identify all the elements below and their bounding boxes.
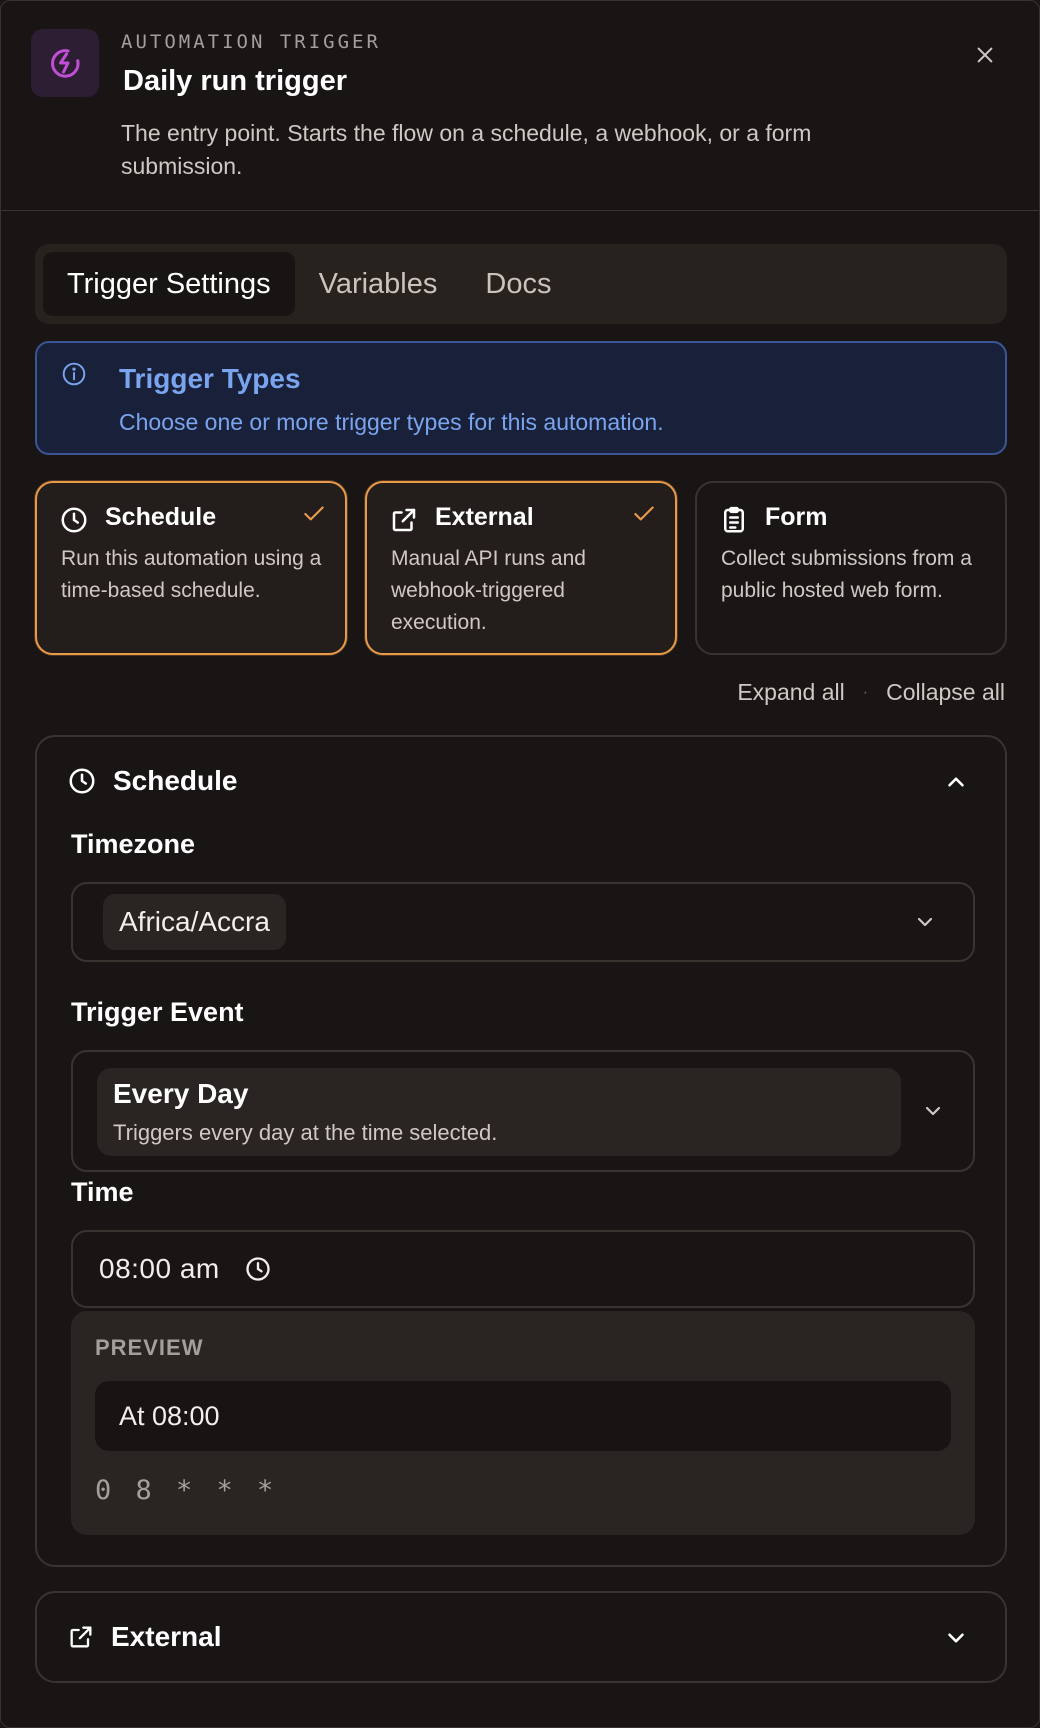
schedule-section: Schedule Timezone Africa/Accra Trigger E… (35, 735, 1007, 1567)
info-text: Choose one or more trigger types for thi… (119, 409, 664, 435)
schedule-section-header[interactable]: Schedule (67, 765, 237, 797)
preview-text: At 08:00 (95, 1381, 951, 1451)
clock-icon[interactable] (244, 1255, 272, 1283)
timezone-chip: Africa/Accra (103, 894, 286, 950)
clock-icon (69, 768, 95, 794)
tab-trigger-settings[interactable]: Trigger Settings (43, 252, 295, 316)
clock-icon (61, 507, 87, 533)
trigger-event-select[interactable]: Every Day Triggers every day at the time… (71, 1050, 975, 1172)
timezone-label: Timezone (71, 829, 196, 859)
panel-header: AUTOMATION TRIGGER Daily run trigger The… (1, 1, 1039, 211)
trigger-panel: AUTOMATION TRIGGER Daily run trigger The… (0, 0, 1040, 1728)
time-label: Time (71, 1177, 134, 1207)
panel-eyebrow: AUTOMATION TRIGGER (121, 31, 381, 53)
external-section[interactable]: External (35, 1591, 1007, 1683)
external-section-header[interactable]: External (67, 1621, 222, 1653)
trigger-type-description: Collect submissions from a public hosted… (721, 547, 972, 602)
tab-docs[interactable]: Docs (461, 252, 575, 316)
section-title: External (111, 1621, 222, 1652)
trigger-type-name: Schedule (105, 503, 217, 531)
clipboard-icon (724, 506, 744, 533)
schedule-preview: PREVIEW At 08:00 0 8 * * * (71, 1311, 975, 1535)
expand-collapse-controls: Expand all · Collapse all (737, 679, 1005, 706)
close-icon (977, 47, 993, 63)
preview-label: PREVIEW (95, 1335, 204, 1360)
chevron-down-icon (925, 1106, 941, 1116)
trigger-type-card-schedule[interactable]: Schedule Run this automation using a tim… (35, 481, 347, 655)
time-value: 08:00 am (99, 1253, 220, 1284)
time-input[interactable]: 08:00 am (71, 1230, 975, 1308)
chevron-up-icon[interactable] (943, 769, 969, 795)
tab-variables[interactable]: Variables (295, 252, 462, 316)
lightning-circle-icon (31, 29, 99, 97)
external-link-icon (70, 1626, 92, 1648)
info-title: Trigger Types (119, 363, 301, 394)
trigger-event-option: Every Day Triggers every day at the time… (97, 1068, 901, 1156)
checkmark-icon (304, 506, 324, 521)
external-link-icon (392, 508, 416, 532)
trigger-type-card-form[interactable]: Form Collect submissions from a public h… (695, 481, 1007, 655)
expand-all-button[interactable]: Expand all (737, 679, 844, 706)
cron-expression: 0 8 * * * (95, 1475, 278, 1506)
tab-bar: Trigger Settings Variables Docs (35, 244, 1007, 324)
trigger-type-name: External (435, 503, 534, 531)
trigger-types-info-banner: Trigger Types Choose one or more trigger… (35, 341, 1007, 455)
trigger-type-description: Manual API runs and webhook-triggered ex… (391, 547, 586, 634)
close-button[interactable] (969, 39, 1001, 71)
trigger-event-label: Trigger Event (71, 997, 244, 1027)
trigger-type-description: Run this automation using a time-based s… (61, 547, 322, 602)
section-title: Schedule (113, 765, 238, 796)
separator-dot: · (862, 683, 869, 701)
trigger-type-card-external[interactable]: External Manual API runs and webhook-tri… (365, 481, 677, 655)
timezone-select[interactable]: Africa/Accra (71, 882, 975, 962)
info-icon (62, 362, 86, 386)
panel-title: Daily run trigger (123, 65, 347, 97)
chevron-down-icon[interactable] (943, 1625, 969, 1651)
collapse-all-button[interactable]: Collapse all (886, 679, 1005, 706)
checkmark-icon (634, 506, 654, 521)
trigger-event-value: Every Day (113, 1078, 249, 1109)
panel-description: The entry point. Starts the flow on a sc… (121, 120, 812, 179)
chevron-down-icon (917, 917, 933, 927)
trigger-type-name: Form (765, 503, 828, 531)
trigger-event-description: Triggers every day at the time selected. (113, 1120, 498, 1145)
